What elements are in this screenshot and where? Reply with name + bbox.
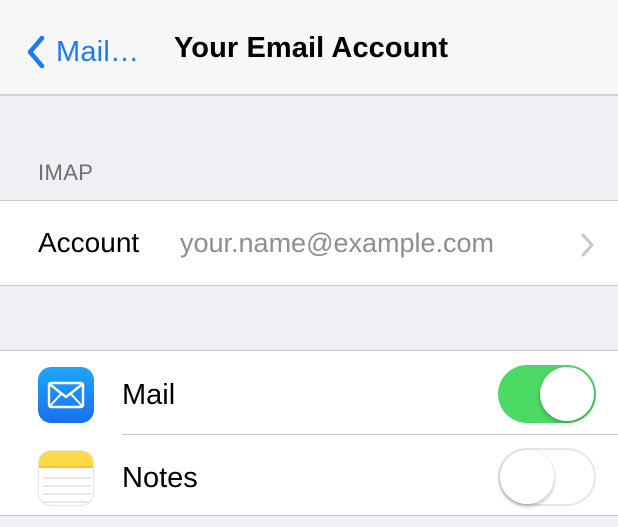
toggle-knob — [500, 450, 554, 504]
notes-label: Notes — [122, 462, 198, 494]
account-value: your.name@example.com — [180, 228, 495, 258]
back-button[interactable]: Mail… — [22, 30, 139, 74]
notes-app-icon — [38, 450, 94, 506]
navigation-bar: Mail… Your Email Account — [0, 0, 618, 96]
list-item-notes: Notes — [0, 434, 618, 517]
list-item-mail: Mail — [0, 351, 618, 434]
sync-apps-group: Mail Notes — [0, 350, 618, 516]
chevron-right-icon — [581, 233, 594, 257]
mail-toggle[interactable] — [498, 365, 596, 423]
account-label: Account — [38, 227, 140, 258]
account-row[interactable]: Account your.name@example.com — [0, 200, 618, 286]
section-header-imap: IMAP — [38, 160, 94, 185]
background-fill — [0, 516, 618, 527]
page-title: Your Email Account — [174, 32, 449, 64]
back-button-label: Mail… — [56, 35, 140, 68]
mail-label: Mail — [122, 379, 176, 411]
mail-app-icon — [38, 367, 94, 423]
chevron-left-icon — [27, 35, 45, 69]
toggle-knob — [540, 367, 594, 421]
notes-toggle[interactable] — [498, 448, 596, 506]
